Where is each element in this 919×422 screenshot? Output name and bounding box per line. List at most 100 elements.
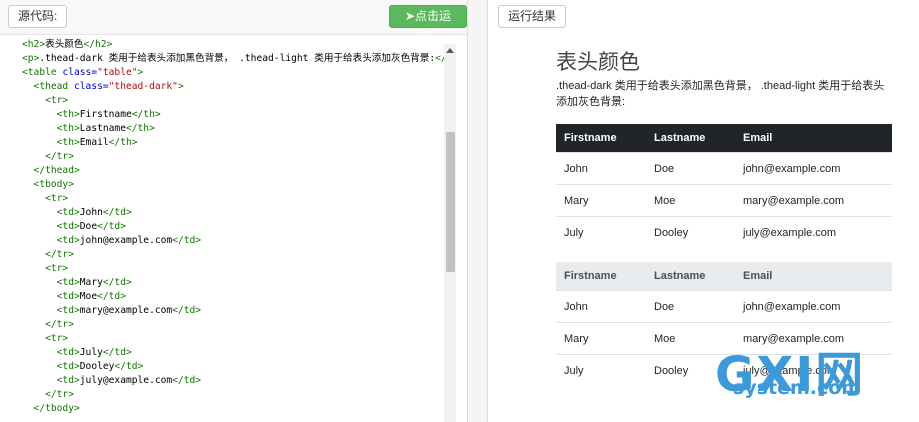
code-token: </td>	[102, 207, 132, 218]
code-line: <td>john@example.com</td>	[0, 234, 444, 248]
code-token: mary@example.com	[79, 305, 173, 316]
code-line: <td>Dooley</td>	[0, 360, 444, 374]
code-line: </tbody>	[0, 402, 444, 416]
code-token: </tr>	[22, 151, 74, 162]
code-token: july@example.com	[79, 375, 173, 386]
code-token: </tr>	[22, 389, 74, 400]
code-token: </th>	[125, 123, 155, 134]
watermark-small: system.com	[733, 377, 862, 399]
code-editor[interactable]: <h2>表头颜色</h2> <p>.thead-dark 类用于给表头添加黑色背景…	[0, 38, 444, 422]
header-lastname: Lastname	[646, 124, 735, 153]
code-token: Doe	[79, 221, 98, 232]
cell: Moe	[646, 184, 735, 217]
code-line: <tr>	[0, 192, 444, 206]
run-button[interactable]: ➤点击运行	[389, 5, 467, 44]
header-email: Email	[735, 124, 892, 153]
code-line: <td>Mary</td>	[0, 276, 444, 290]
code-token: Moe	[79, 291, 98, 302]
cell: July	[556, 354, 646, 386]
code-scrollbar[interactable]	[444, 44, 456, 422]
send-icon: ➤	[404, 9, 416, 23]
code-token: <table	[22, 67, 63, 78]
code-token: </td>	[102, 347, 132, 358]
code-token: .thead-dark 类用于给表头添加黑色背景， .thead-light 类…	[39, 53, 436, 64]
code-token: Email	[79, 137, 109, 148]
code-token: Mary	[79, 277, 103, 288]
code-token: <tr>	[22, 263, 69, 274]
code-token: </tr>	[22, 249, 74, 260]
code-line: </tr>	[0, 248, 444, 262]
code-token: </	[435, 53, 444, 64]
code-token: >	[137, 67, 144, 78]
code-token: </td>	[172, 305, 202, 316]
code-line: <th>Firstname</th>	[0, 108, 444, 122]
code-token: <td>	[22, 375, 80, 386]
code-token: <td>	[22, 221, 80, 232]
source-code-button[interactable]: 源代码:	[8, 5, 68, 28]
code-token: <td>	[22, 277, 80, 288]
scrollbar-thumb[interactable]	[446, 132, 455, 272]
code-token: </thead>	[22, 165, 80, 176]
code-line: <h2>表头颜色</h2>	[0, 38, 444, 52]
code-token: <tbody>	[22, 179, 74, 190]
code-token: </td>	[172, 235, 202, 246]
code-token: Dooley	[79, 361, 115, 372]
code-token: </h2>	[83, 39, 113, 50]
code-token: "thead-dark"	[108, 81, 178, 92]
scroll-up-arrow-icon[interactable]	[446, 48, 454, 53]
code-token: </td>	[97, 291, 126, 302]
panel-divider[interactable]	[468, 0, 487, 422]
cell: Mary	[556, 184, 646, 217]
code-line: <td>Moe</td>	[0, 290, 444, 304]
code-token: </td>	[114, 361, 144, 372]
code-line: <td>John</td>	[0, 206, 444, 220]
code-token: Firstname	[79, 109, 132, 120]
cell: July	[556, 216, 646, 248]
dark-head-table: Firstname Lastname Email John Doe john@exa…	[556, 124, 892, 248]
code-token: "table"	[97, 67, 138, 78]
table-row: John Doe john@example.com	[556, 290, 892, 323]
watermark-logo: GXI网 system.com	[715, 335, 865, 405]
result-description: .thead-dark 类用于给表头添加黑色背景， .thead-light 类…	[556, 80, 885, 108]
code-token: July	[79, 347, 103, 358]
code-token: Lastname	[79, 123, 126, 134]
code-token: <th>	[22, 109, 80, 120]
code-line: <tbody>	[0, 178, 444, 192]
table-row: Mary Moe mary@example.com	[556, 184, 892, 217]
cell: john@example.com	[735, 152, 892, 185]
source-toolbar: 源代码: ➤点击运行	[0, 0, 467, 44]
code-line: <td>july@example.com</td>	[0, 374, 444, 388]
code-token: <td>	[22, 207, 80, 218]
code-token: 表头颜色	[45, 39, 84, 50]
code-token: <th>	[22, 137, 80, 148]
code-token: <td>	[22, 305, 80, 316]
code-line: <th>Email</th>	[0, 136, 444, 150]
header-firstname: Firstname	[556, 262, 646, 291]
code-line: <td>Doe</td>	[0, 220, 444, 234]
result-button[interactable]: 运行结果	[498, 5, 567, 28]
code-line: <thead class="thead-dark">	[0, 80, 444, 94]
result-toolbar: 运行结果	[488, 0, 919, 34]
code-token: </th>	[108, 137, 138, 148]
cell: Doe	[646, 290, 735, 323]
cell: John	[556, 290, 646, 323]
source-panel: 源代码: ➤点击运行 <h2>表头颜色</h2> <p>.thead-dark 类…	[0, 0, 468, 422]
code-token: <td>	[22, 361, 80, 372]
code-token: <thead	[22, 81, 74, 92]
code-token: </tr>	[22, 319, 74, 330]
code-token: <h2>	[22, 39, 46, 50]
code-line: </tr>	[0, 388, 444, 402]
cell: Doe	[646, 152, 735, 185]
table-row: July Dooley july@example.com	[556, 216, 892, 248]
code-token: class=	[62, 67, 98, 78]
cell: july@example.com	[735, 216, 892, 248]
result-title: 表头颜色	[556, 51, 640, 74]
code-token: <td>	[22, 347, 80, 358]
header-firstname: Firstname	[556, 124, 646, 153]
code-line: </tr>	[0, 318, 444, 332]
cell: Dooley	[646, 216, 735, 248]
code-token: John	[79, 207, 103, 218]
code-line: </tr>	[0, 150, 444, 164]
cell: John	[556, 152, 646, 185]
code-line: <p>.thead-dark 类用于给表头添加黑色背景， .thead-ligh…	[0, 52, 444, 66]
